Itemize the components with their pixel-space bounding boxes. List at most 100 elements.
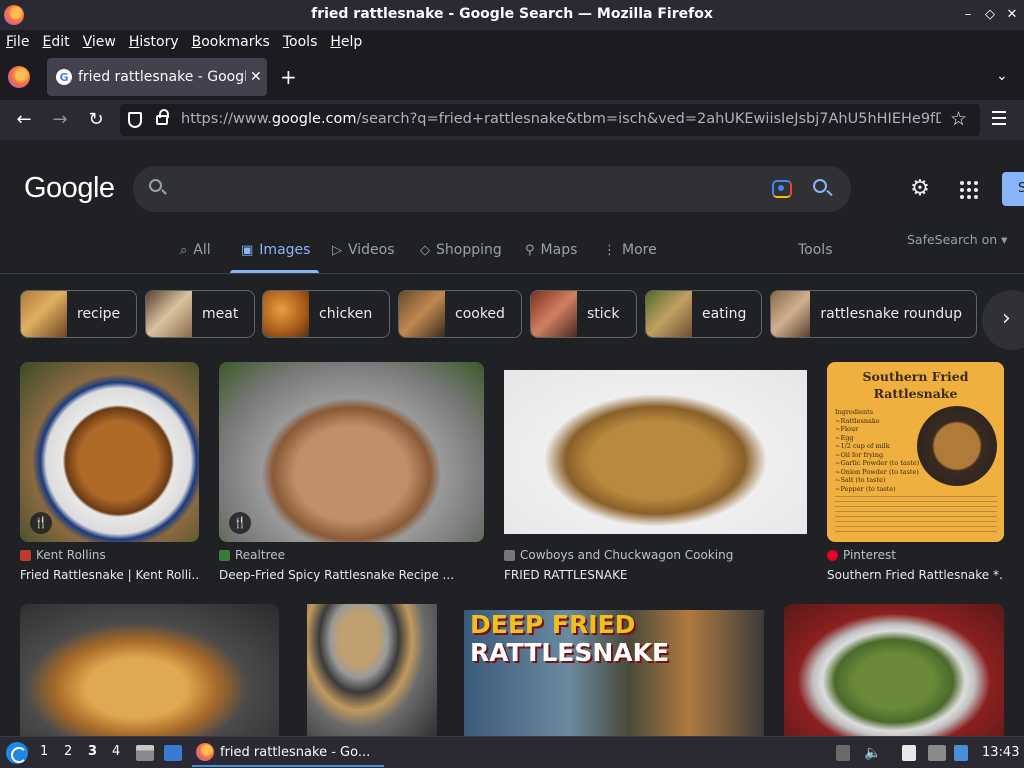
result-image[interactable] — [504, 370, 807, 534]
reload-button[interactable]: ↻ — [85, 109, 107, 131]
result-image[interactable] — [307, 604, 437, 736]
source-favicon-icon — [20, 549, 31, 561]
result-title[interactable]: Deep-Fried Spicy Rattlesnake Recipe ... — [219, 568, 484, 582]
menu-bookmarks[interactable]: Bookmarks — [192, 34, 270, 50]
chip-stick[interactable]: stick — [530, 290, 637, 338]
notes-icon[interactable] — [902, 745, 916, 761]
clock: 13:43 — [982, 745, 1020, 760]
chip-thumbnail — [646, 291, 692, 337]
window-titlebar: fried rattlesnake - Google Search — Mozi… — [0, 0, 1024, 30]
tab-videos[interactable]: ▷ Videos — [332, 242, 395, 258]
chip-meat[interactable]: meat — [145, 290, 255, 338]
close-tab-icon[interactable]: ✕ — [250, 69, 262, 85]
chip-recipe[interactable]: recipe — [20, 290, 137, 338]
site-security-lock-icon[interactable] — [156, 109, 169, 125]
source-favicon-icon — [219, 549, 230, 561]
forward-button[interactable]: → — [49, 109, 71, 131]
result-image[interactable] — [784, 604, 1004, 736]
tab-maps[interactable]: ⚲ Maps — [525, 242, 577, 258]
result-source[interactable]: Kent Rollins — [20, 548, 106, 562]
google-lens-icon[interactable] — [772, 180, 792, 198]
safesearch-toggle[interactable]: SafeSearch on ▾ — [907, 232, 1007, 247]
result-title[interactable]: FRIED RATTLESNAKE — [504, 568, 807, 582]
tab-more[interactable]: ⋮ More — [603, 242, 657, 258]
menu-bar: File Edit View History Bookmarks Tools H… — [0, 30, 1024, 54]
start-menu-icon[interactable] — [6, 742, 28, 764]
tab-images[interactable]: ▣ Images — [241, 242, 310, 258]
tab-strip: G fried rattlesnake - Google Search ✕ + … — [0, 54, 1024, 100]
bookmark-star-icon[interactable]: ☆ — [950, 108, 967, 130]
close-window-button[interactable]: ✕ — [1002, 5, 1022, 25]
google-logo[interactable]: Google — [24, 172, 115, 205]
search-input[interactable] — [177, 174, 757, 204]
chip-rattlesnake-roundup[interactable]: rattlesnake roundup — [770, 290, 977, 338]
recipe-card-instructions — [835, 492, 997, 536]
window-title: fried rattlesnake - Google Search — Mozi… — [311, 6, 713, 22]
menu-edit[interactable]: Edit — [42, 34, 69, 50]
chip-thumbnail — [146, 291, 192, 337]
volume-icon[interactable]: 🔈 — [864, 745, 881, 761]
list-all-tabs-icon[interactable]: ⌄ — [996, 68, 1008, 84]
image-icon: ▣ — [241, 242, 254, 258]
pinterest-favicon-icon — [827, 549, 838, 561]
chip-chicken[interactable]: chicken — [262, 290, 390, 338]
workspace-4[interactable]: 4 — [112, 744, 120, 759]
clipboard-icon[interactable] — [836, 745, 850, 761]
recipe-card-heading: Southern Fried Rattlesnake — [862, 369, 969, 401]
result-image[interactable] — [219, 362, 484, 542]
minimize-button[interactable]: – — [958, 5, 978, 25]
chips-scroll-right-button[interactable]: › — [982, 290, 1024, 350]
taskbar-firefox-window[interactable]: fried rattlesnake - Go... — [192, 739, 384, 767]
network-icon[interactable] — [928, 745, 946, 761]
thumbnail-headline-2: RATTLESNAKE — [470, 638, 670, 667]
result-image[interactable]: DEEP FRIED RATTLESNAKE — [464, 610, 764, 736]
result-source[interactable]: Realtree — [219, 548, 285, 562]
chip-eating[interactable]: eating — [645, 290, 762, 338]
result-source[interactable]: Cowboys and Chuckwagon Cooking — [504, 548, 733, 562]
workspace-2[interactable]: 2 — [64, 744, 72, 759]
result-source[interactable]: Pinterest — [827, 548, 896, 562]
firefox-view-icon[interactable] — [8, 66, 30, 88]
thumbnail-headline-1: DEEP FRIED — [470, 610, 636, 639]
app-menu-icon[interactable] — [992, 111, 1006, 129]
back-button[interactable]: ← — [13, 109, 35, 131]
google-apps-grid-icon[interactable] — [960, 181, 978, 199]
search-submit-icon[interactable] — [813, 179, 827, 193]
search-type-tabs: ⌕ All ▣ Images ▷ Videos ◇ Shopping ⚲ Maps ⋮ Mo… — [0, 232, 1024, 274]
result-image[interactable] — [20, 604, 279, 736]
search-box[interactable] — [133, 166, 851, 212]
menu-help[interactable]: Help — [330, 34, 362, 50]
tracking-protection-shield-icon[interactable] — [128, 112, 142, 128]
settings-gear-icon[interactable]: ⚙ — [908, 178, 932, 202]
menu-file[interactable]: File — [6, 34, 29, 50]
tools-button[interactable]: Tools — [798, 242, 833, 258]
result-image[interactable]: Southern Fried Rattlesnake Ingredients ~… — [827, 362, 1004, 542]
url-bar[interactable]: https://www.google.com/search?q=fried+ra… — [120, 104, 980, 136]
google-images-page: Google ⚙ S ⌕ All ▣ Images ▷ Videos ◇ Shoppin… — [0, 140, 1024, 736]
map-pin-icon: ⚲ — [525, 242, 535, 258]
restore-button[interactable]: ◇ — [980, 5, 1000, 25]
result-title[interactable]: Southern Fried Rattlesnake *... — [827, 568, 1004, 582]
new-tab-button[interactable]: + — [280, 66, 297, 88]
tag-icon: ◇ — [420, 242, 430, 258]
recipe-card-ingredients: Ingredients ~Rattlesnake ~Flour ~Egg ~1/… — [835, 408, 920, 493]
sign-in-button[interactable]: S — [1002, 172, 1024, 206]
tab-all[interactable]: ⌕ All — [180, 242, 211, 258]
system-taskbar: 1 2 3 4 fried rattlesnake - Go... 🔈 13:4… — [0, 736, 1024, 768]
workspace-1[interactable]: 1 — [40, 744, 48, 759]
url-text[interactable]: https://www.google.com/search?q=fried+ra… — [181, 111, 941, 127]
file-manager-icon[interactable] — [136, 745, 154, 761]
tab-shopping[interactable]: ◇ Shopping — [420, 242, 502, 258]
chip-cooked[interactable]: cooked — [398, 290, 522, 338]
menu-view[interactable]: View — [83, 34, 116, 50]
workspace-3[interactable]: 3 — [88, 744, 97, 759]
update-notification-icon[interactable] — [954, 745, 968, 761]
navigation-toolbar: ← → ↻ https://www.google.com/search?q=fr… — [0, 100, 1024, 140]
show-desktop-icon[interactable] — [164, 745, 182, 761]
active-tab-indicator — [230, 270, 319, 273]
browser-tab-active[interactable]: G fried rattlesnake - Google Search ✕ — [47, 58, 267, 96]
chip-thumbnail — [21, 291, 67, 337]
result-title[interactable]: Fried Rattlesnake | Kent Rolli... — [20, 568, 199, 582]
menu-history[interactable]: History — [129, 34, 179, 50]
menu-tools[interactable]: Tools — [283, 34, 318, 50]
